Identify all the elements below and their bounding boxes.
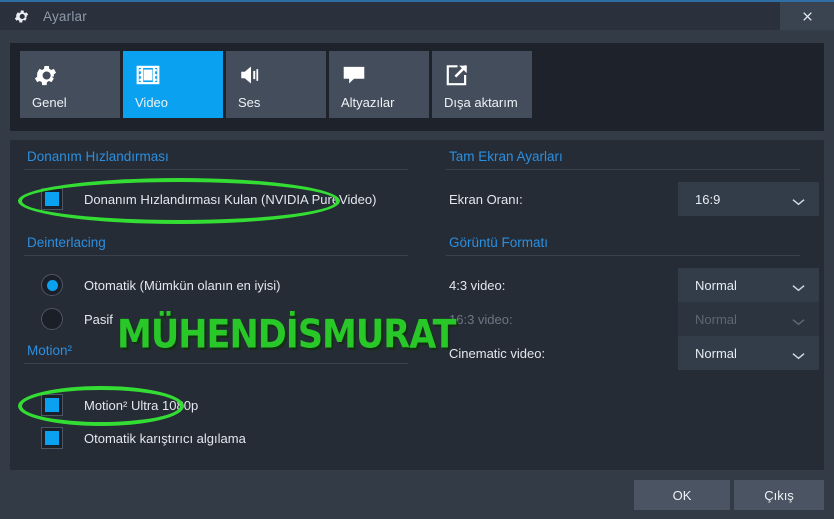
radio-row-otomatik[interactable]: Otomatik (Mümkün olanın en iyisi)	[41, 274, 281, 296]
image-format-section: Görüntü Formatı	[425, 235, 824, 256]
checkbox-hardware-acceleration[interactable]	[41, 188, 63, 210]
format-row-16-3: 16:3 video: Normal	[425, 302, 824, 336]
gear-icon	[32, 62, 60, 90]
select-value: Normal	[695, 345, 737, 361]
film-icon	[135, 62, 163, 90]
field-label: 4:3 video:	[449, 277, 506, 293]
divider	[24, 363, 408, 364]
field-label: 16:3 video:	[449, 311, 513, 327]
fullscreen-section: Tam Ekran Ayarları	[425, 149, 824, 170]
window-title: Ayarlar	[43, 8, 87, 24]
format-row-cinematic: Cinematic video: Normal	[425, 336, 824, 370]
auto-blend-checkbox-row[interactable]: Otomatik karıştırıcı algılama	[41, 427, 246, 449]
speaker-icon	[238, 62, 266, 90]
hardware-accel-section: Donanım Hızlandırması	[10, 149, 425, 170]
divider	[446, 169, 800, 170]
tab-label: Ses	[238, 95, 261, 110]
right-column: Tam Ekran Ayarları Ekran Oranı: 16:9 Gör…	[425, 140, 824, 470]
section-heading: Görüntü Formatı	[449, 235, 549, 250]
radio-label: Pasif	[84, 311, 113, 327]
export-arrow-icon	[444, 62, 472, 90]
close-icon[interactable]	[780, 2, 834, 30]
radio-deinterlace-off[interactable]	[41, 308, 63, 330]
tab-genel[interactable]: Genel	[20, 51, 120, 118]
radio-row-pasif[interactable]: Pasif	[41, 308, 113, 330]
select-value: 16:9	[695, 191, 721, 207]
checkbox-label: Donanım Hızlandırması Kulan (NVIDIA Pure…	[84, 191, 377, 207]
checkbox-label: Otomatik karıştırıcı algılama	[84, 430, 246, 446]
motion-section: Motion²	[10, 343, 425, 364]
select-4-3-video[interactable]: Normal	[678, 268, 819, 302]
chevron-down-icon	[792, 279, 805, 292]
divider	[24, 255, 408, 256]
divider	[446, 255, 800, 256]
settings-content: Donanım Hızlandırması Donanım Hızlandırm…	[10, 140, 824, 470]
dialog-button-bar: OK Çıkış	[0, 470, 834, 519]
radio-label: Otomatik (Mümkün olanın en iyisi)	[84, 277, 281, 293]
checkbox-label: Motion² Ultra 1080p	[84, 397, 199, 413]
hw-accel-checkbox-row[interactable]: Donanım Hızlandırması Kulan (NVIDIA Pure…	[41, 188, 376, 210]
section-heading: Donanım Hızlandırması	[27, 149, 169, 164]
tab-label: Altyazılar	[341, 95, 395, 110]
checkbox-auto-blend-detect[interactable]	[41, 427, 63, 449]
tab-ses[interactable]: Ses	[226, 51, 326, 118]
ok-button[interactable]: OK	[634, 480, 730, 510]
section-heading: Tam Ekran Ayarları	[449, 149, 563, 164]
left-column: Donanım Hızlandırması Donanım Hızlandırm…	[10, 140, 425, 470]
tab-label: Video	[135, 95, 169, 110]
tab-disa-aktarim[interactable]: Dışa aktarım	[432, 51, 532, 118]
exit-button[interactable]: Çıkış	[734, 480, 824, 510]
radio-deinterlace-auto[interactable]	[41, 274, 63, 296]
tab-strip: Genel Video Ses Altyazılar Dışa aktarım	[10, 43, 824, 131]
field-label: Cinematic video:	[449, 345, 546, 361]
section-heading: Deinterlacing	[27, 235, 106, 250]
select-value: Normal	[695, 277, 737, 293]
select-cinematic-video[interactable]: Normal	[678, 336, 819, 370]
section-heading: Motion²	[27, 343, 73, 358]
tab-label: Genel	[32, 95, 67, 110]
tab-altyazilar[interactable]: Altyazılar	[329, 51, 429, 118]
motion-ultra-checkbox-row[interactable]: Motion² Ultra 1080p	[41, 394, 198, 416]
settings-dialog: Ayarlar Genel Video Ses Altyazılar Dışa …	[0, 0, 834, 519]
caption-bubble-icon	[341, 62, 369, 90]
tab-video[interactable]: Video	[123, 51, 223, 118]
select-value: Normal	[695, 311, 737, 327]
chevron-down-icon	[792, 347, 805, 360]
divider	[24, 169, 408, 170]
field-label: Ekran Oranı:	[449, 191, 523, 207]
title-bar: Ayarlar	[0, 0, 834, 30]
checkbox-motion-ultra-1080p[interactable]	[41, 394, 63, 416]
aspect-ratio-row: Ekran Oranı: 16:9	[425, 182, 824, 216]
tab-label: Dışa aktarım	[444, 95, 518, 110]
select-aspect-ratio[interactable]: 16:9	[678, 182, 819, 216]
select-16-3-video: Normal	[678, 302, 819, 336]
format-row-4-3: 4:3 video: Normal	[425, 268, 824, 302]
deinterlacing-section: Deinterlacing	[10, 235, 425, 256]
gear-icon	[13, 8, 30, 25]
chevron-down-icon	[792, 193, 805, 206]
chevron-down-icon	[792, 313, 805, 326]
